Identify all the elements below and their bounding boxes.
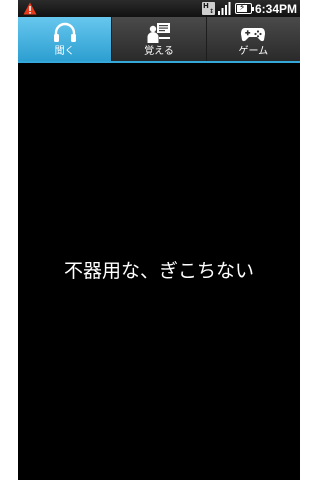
phone-screen: H ↕ ⚡ 6:34PM 聞く 覚える ゲーム 不器用な、ぎこちない <box>18 0 300 480</box>
gamepad-icon <box>241 28 266 42</box>
charging-bolt-icon: ⚡ <box>238 3 246 13</box>
tab-label: ゲーム <box>238 46 269 57</box>
study-icon <box>147 23 170 43</box>
status-bar: H ↕ ⚡ 6:34PM <box>18 0 300 17</box>
tab-game[interactable]: ゲーム <box>205 17 300 61</box>
tab-memorize[interactable]: 覚える <box>111 17 205 61</box>
status-icons: H ↕ ⚡ 6:34PM <box>201 0 297 17</box>
tab-label: 聞く <box>54 46 75 57</box>
battery-charging-icon: ⚡ <box>234 3 254 14</box>
tab-label: 覚える <box>144 46 174 57</box>
status-clock: 6:34PM <box>254 1 297 16</box>
tab-bar: 聞く 覚える ゲーム <box>18 17 300 63</box>
warning-triangle-icon[interactable] <box>23 2 37 15</box>
hsdpa-icon: H ↕ <box>201 2 215 15</box>
tab-listen[interactable]: 聞く <box>18 17 112 61</box>
phrase-text: 不器用な、ぎこちない <box>63 260 254 282</box>
network-label: H <box>202 2 209 10</box>
network-arrows: ↕ <box>208 8 214 15</box>
signal-bars-icon <box>217 2 231 15</box>
main-content[interactable]: 不器用な、ぎこちない <box>18 63 300 480</box>
headphones-icon <box>53 22 76 42</box>
